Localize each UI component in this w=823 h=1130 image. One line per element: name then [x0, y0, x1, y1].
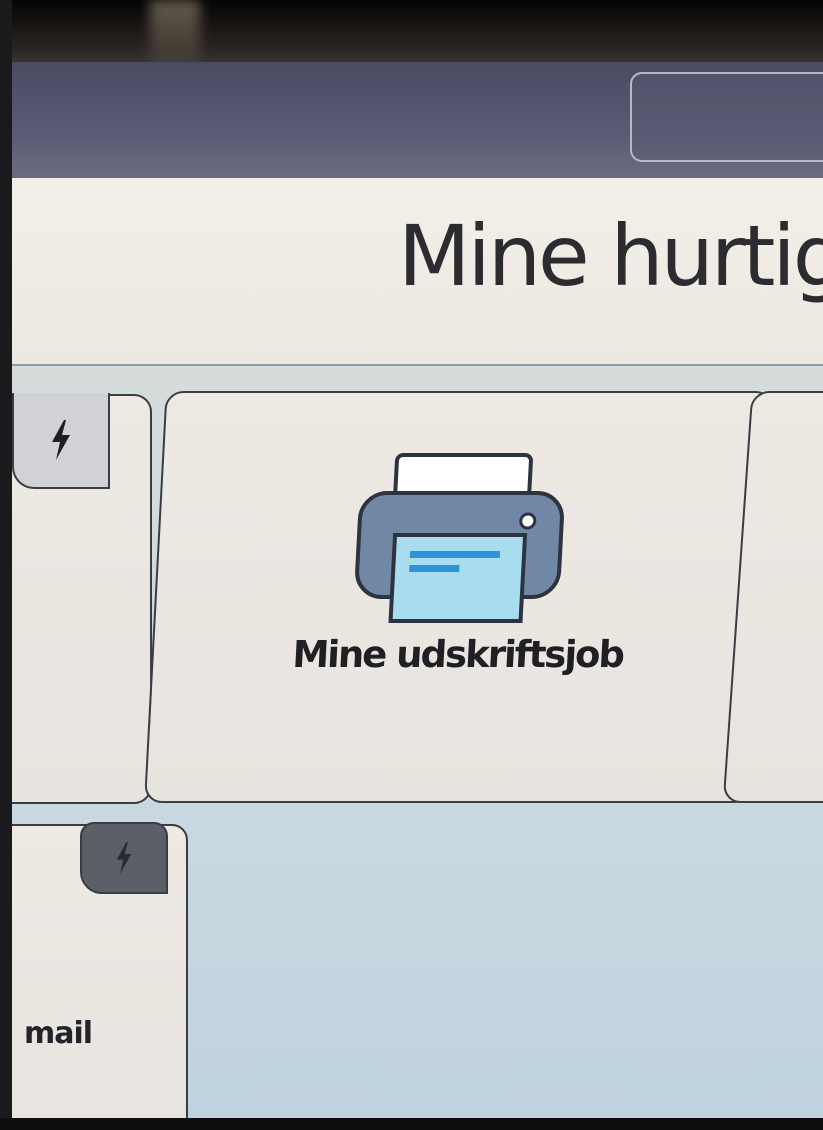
- my-print-jobs-tile[interactable]: Mine udskriftsjob: [144, 391, 774, 803]
- tile-grid: Mine udskriftsjob mail: [12, 366, 823, 1118]
- quick-set-tab: [12, 393, 110, 489]
- lightning-bolt-icon: [52, 420, 70, 460]
- device-bezel-top: [0, 0, 823, 70]
- tile-label: Mine udskriftsjob: [291, 633, 625, 676]
- device-bezel-left: [0, 0, 12, 1130]
- printer-screen: Mine hurtige l Mine udskriftsjob mail: [12, 62, 823, 1118]
- top-bar: [12, 62, 823, 178]
- device-bezel-bottom: [0, 1118, 823, 1130]
- glare: [150, 0, 200, 68]
- quick-set-tab: [80, 822, 168, 894]
- printer-icon: [355, 453, 564, 623]
- page-header: Mine hurtige l: [12, 178, 823, 366]
- top-bar-button[interactable]: [630, 72, 823, 162]
- tile-label: mail: [24, 1016, 93, 1051]
- page-title: Mine hurtige l: [398, 207, 823, 305]
- lightning-bolt-icon: [116, 842, 132, 874]
